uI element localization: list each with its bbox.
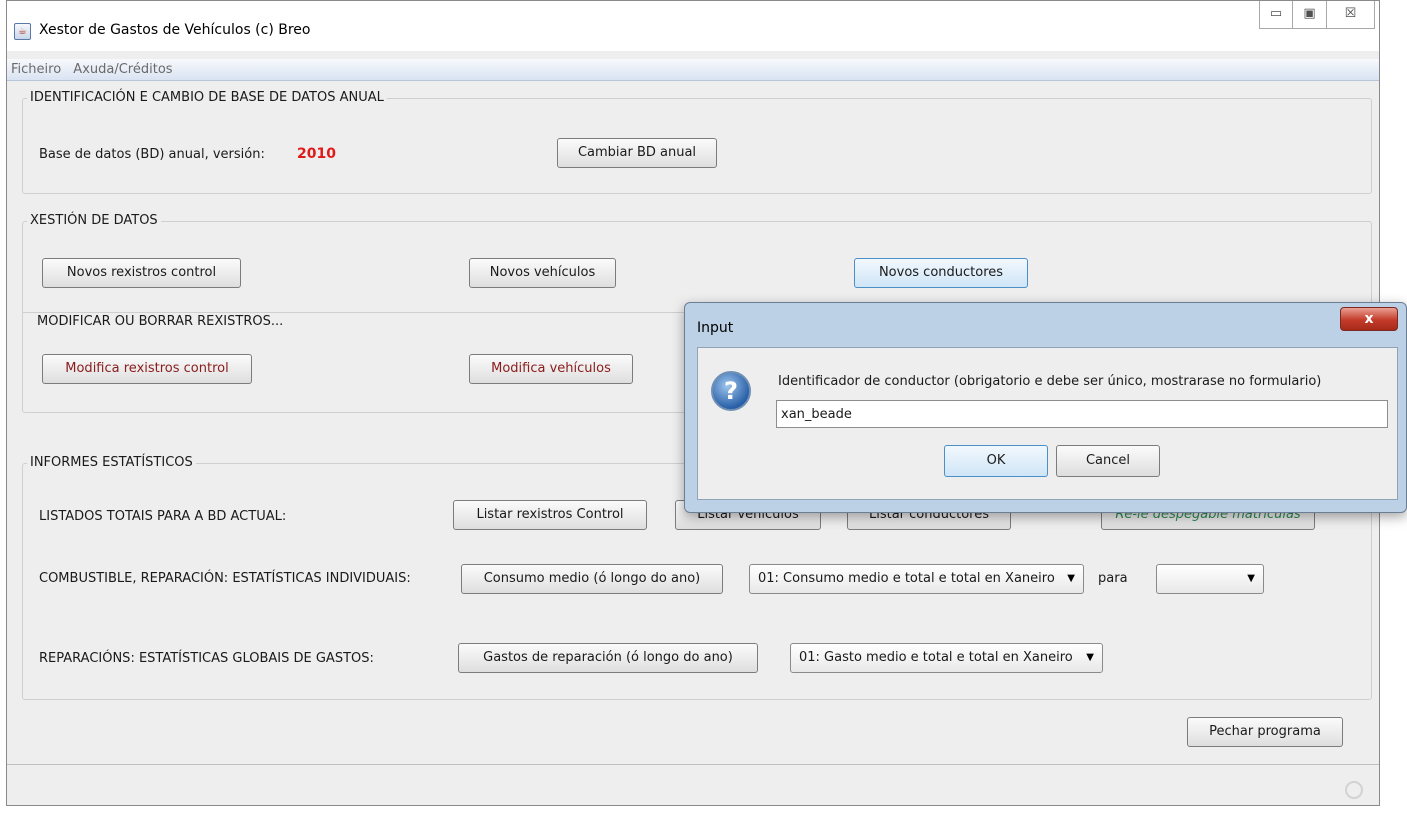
repair-select[interactable]: 01: Gasto medio e total e total en Xanei… <box>790 643 1103 673</box>
title-bar: ☕ Xestor de Gastos de Vehículos (c) Breo… <box>7 1 1379 51</box>
avg-consumption-button[interactable]: Consumo medio (ó longo do ano) <box>461 564 723 594</box>
db-version-label: Base de datos (BD) anual, versión: <box>39 147 265 162</box>
close-program-button[interactable]: Pechar programa <box>1187 717 1343 747</box>
cancel-button[interactable]: Cancel <box>1056 445 1160 477</box>
menu-ficheiro[interactable]: Ficheiro <box>11 62 61 77</box>
dialog-close-icon[interactable]: x <box>1340 307 1398 331</box>
list-control-button[interactable]: Listar rexistros Control <box>453 500 647 530</box>
consumption-select-value: 01: Consumo medio e total e total en Xan… <box>758 571 1055 586</box>
menu-bar: Ficheiro Axuda/Créditos <box>7 59 1379 81</box>
db-year-value: 2010 <box>297 146 336 162</box>
minimize-icon[interactable]: ▭ <box>1259 1 1293 29</box>
loading-indicator-icon <box>1345 781 1363 799</box>
window-title: Xestor de Gastos de Vehículos (c) Breo <box>39 22 311 38</box>
java-app-icon: ☕ <box>14 23 31 40</box>
question-icon: ? <box>711 371 751 411</box>
para-label: para <box>1098 571 1128 586</box>
chevron-down-icon: ▼ <box>1086 652 1094 663</box>
dialog-title: Input <box>697 320 734 336</box>
window-controls: ▭ ▣ ☒ <box>1259 1 1375 31</box>
plate-select[interactable]: ▼ <box>1156 564 1264 594</box>
modify-panel-title: MODIFICAR OU BORRAR REXISTROS... <box>34 314 287 330</box>
repair-costs-button[interactable]: Gastos de reparación (ó longo do ano) <box>458 643 758 673</box>
global-stats-label: REPARACIÓNS: ESTATÍSTICAS GLOBAIS DE GAS… <box>39 651 374 666</box>
modify-vehicles-button[interactable]: Modifica vehículos <box>469 354 633 384</box>
identification-panel-title: IDENTIFICACIÓN E CAMBIO DE BASE DE DATOS… <box>27 90 387 106</box>
change-db-button[interactable]: Cambiar BD anual <box>557 138 717 168</box>
new-vehicles-button[interactable]: Novos vehículos <box>469 258 616 288</box>
input-dialog: Input x ? Identificador de conductor (ob… <box>684 302 1407 513</box>
consumption-select[interactable]: 01: Consumo medio e total e total en Xan… <box>749 564 1084 594</box>
new-control-button[interactable]: Novos rexistros control <box>42 258 241 288</box>
menu-axuda[interactable]: Axuda/Créditos <box>73 62 172 77</box>
status-bar <box>7 764 1379 806</box>
maximize-icon[interactable]: ▣ <box>1293 1 1327 29</box>
repair-select-value: 01: Gasto medio e total e total en Xanei… <box>799 650 1073 665</box>
close-icon[interactable]: ☒ <box>1327 1 1375 29</box>
listings-label: LISTADOS TOTAIS PARA A BD ACTUAL: <box>39 509 287 524</box>
new-drivers-button[interactable]: Novos conductores <box>854 258 1028 288</box>
ok-button[interactable]: OK <box>944 445 1048 477</box>
chevron-down-icon: ▼ <box>1067 573 1075 584</box>
reports-panel-title: INFORMES ESTATÍSTICOS <box>27 455 196 471</box>
modify-control-button[interactable]: Modifica rexistros control <box>42 354 252 384</box>
dialog-message: Identificador de conductor (obrigatorio … <box>778 374 1322 389</box>
driver-id-input[interactable] <box>776 400 1388 428</box>
dialog-body: ? Identificador de conductor (obrigatori… <box>697 347 1398 500</box>
individual-stats-label: COMBUSTIBLE, REPARACIÓN: ESTATÍSTICAS IN… <box>39 571 411 586</box>
management-panel-title: XESTIÓN DE DATOS <box>27 213 161 229</box>
chevron-down-icon: ▼ <box>1247 573 1255 584</box>
